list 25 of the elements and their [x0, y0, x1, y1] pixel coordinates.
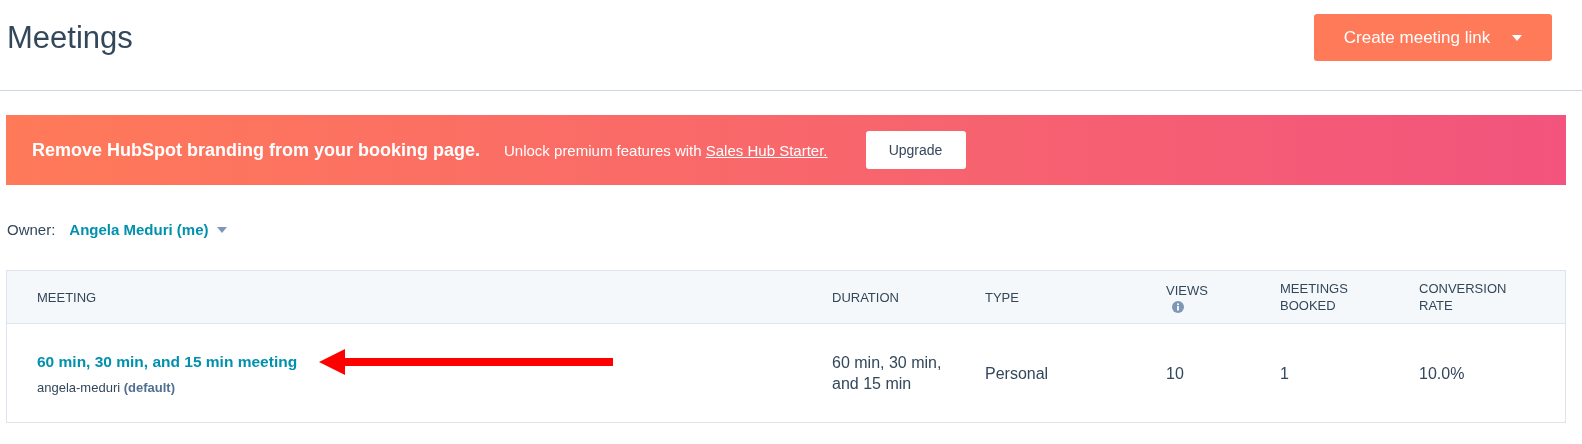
- page-title: Meetings: [7, 19, 133, 56]
- type-cell: Personal: [985, 364, 1049, 382]
- owner-dropdown[interactable]: Angela Meduri (me): [69, 221, 227, 238]
- column-header: DURATION: [832, 288, 899, 306]
- arrow-icon: [319, 348, 614, 375]
- owner-label: Owner:: [7, 221, 56, 238]
- column-header: MEETING: [37, 288, 97, 306]
- caret-icon: [216, 226, 227, 233]
- upgrade-link[interactable]: Sales Hub Starter.: [705, 141, 828, 159]
- banner-text: Unlock premium features with Sales Hub Starter.: [504, 141, 828, 159]
- create-meeting-link-button[interactable]: Create meeting link: [1314, 14, 1552, 61]
- column-header: MEETINGS BOOKED: [1280, 280, 1349, 314]
- meeting-slug: angela-meduri (default): [37, 378, 176, 397]
- info-icon: [1172, 300, 1184, 313]
- views-cell: 10: [1166, 364, 1184, 382]
- upgrade-button[interactable]: Upgrade: [865, 131, 966, 169]
- column-header: VIEWS: [1166, 281, 1208, 299]
- meeting-link[interactable]: 60 min, 30 min, and 15 min meeting: [37, 351, 298, 372]
- caret-icon: [1512, 34, 1523, 41]
- column-header: CONVERSION RATE: [1419, 280, 1508, 314]
- banner-headline: Remove HubSpot branding from your booking page.: [32, 139, 480, 161]
- duration-cell-text: 60 min, 30 min, and 15 min: [832, 353, 942, 394]
- conversion-cell: 10.0%: [1419, 364, 1465, 382]
- column-header: TYPE: [985, 288, 1019, 306]
- booked-cell: 1: [1280, 364, 1289, 382]
